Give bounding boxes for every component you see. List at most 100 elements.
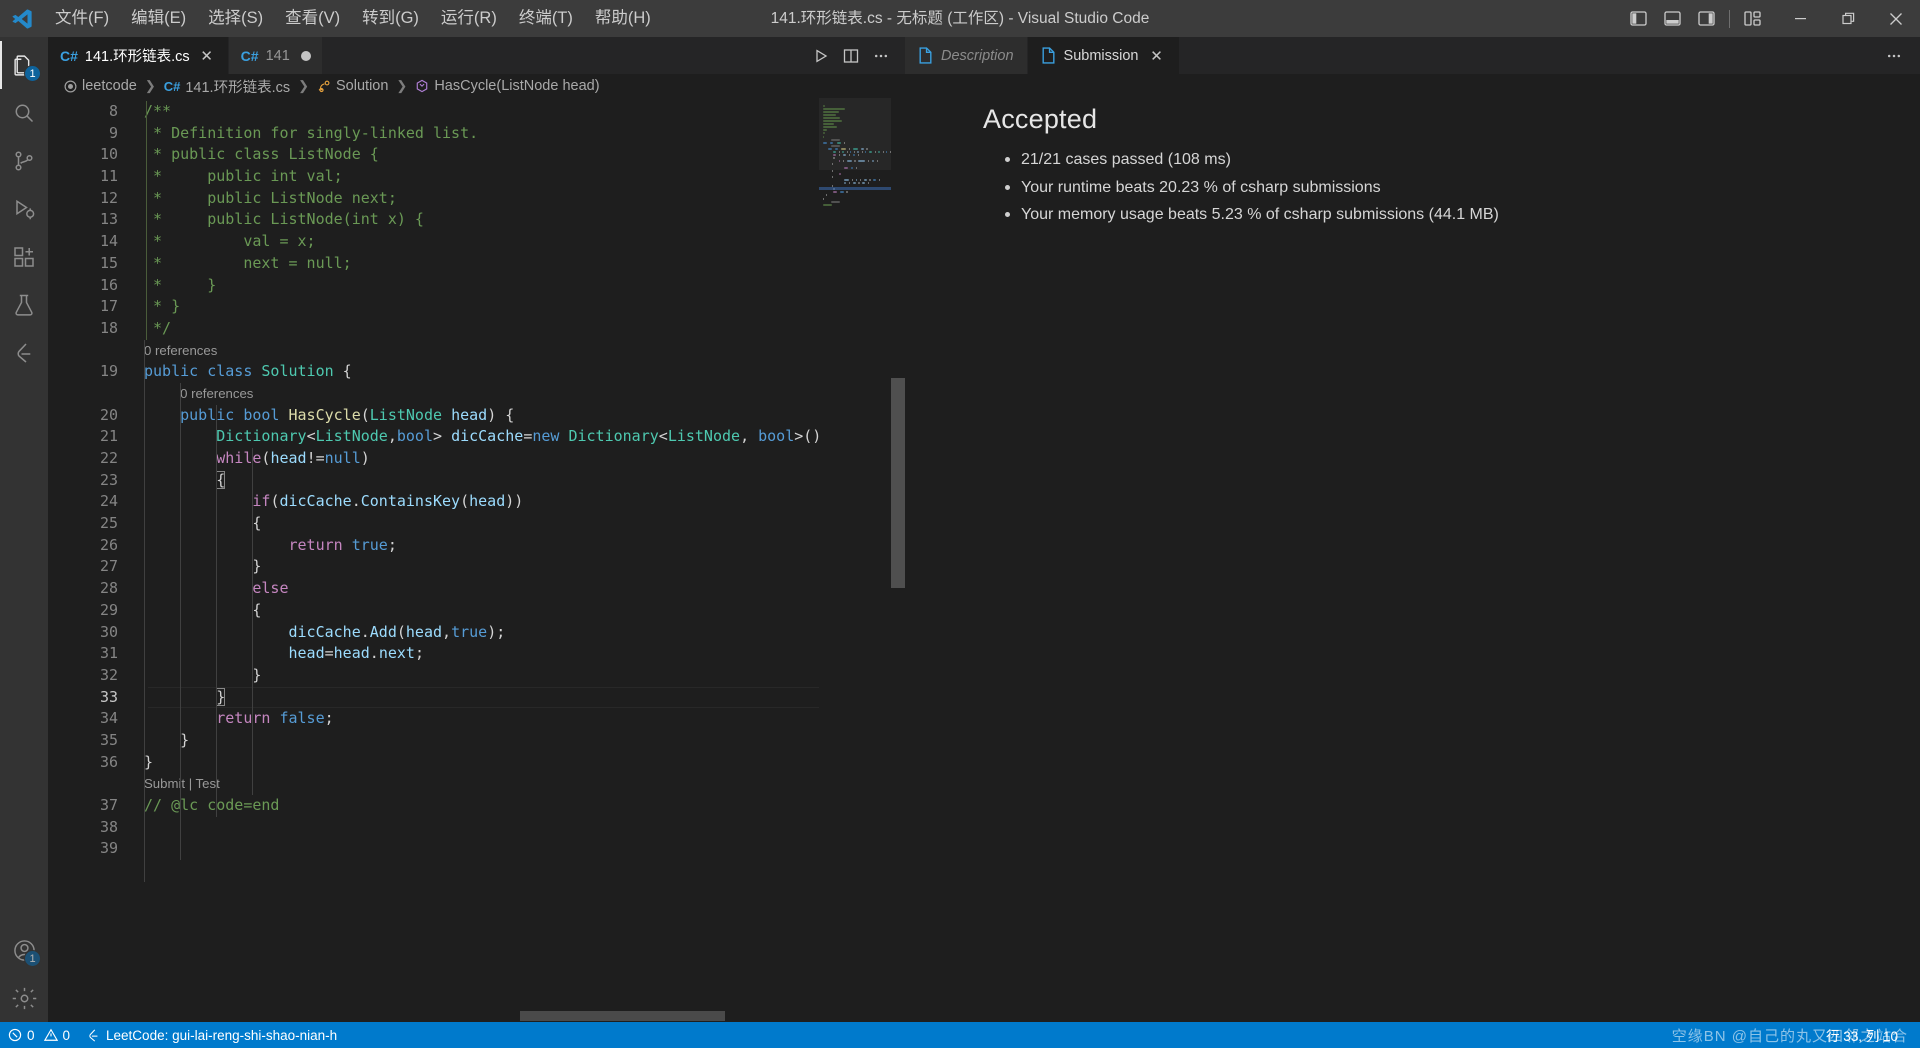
code-line[interactable]: 36} bbox=[48, 752, 905, 774]
code-line[interactable]: 32 } bbox=[48, 665, 905, 687]
code-line[interactable]: 26 return true; bbox=[48, 535, 905, 557]
code-line[interactable]: 25 { bbox=[48, 513, 905, 535]
code-line[interactable]: 8 /** bbox=[48, 101, 905, 123]
codelens-row: 0 references bbox=[48, 340, 905, 362]
title-bar: 文件(F) 编辑(E) 选择(S) 查看(V) 转到(G) 运行(R) 终端(T… bbox=[0, 0, 1920, 37]
code-token: * val = x; bbox=[144, 232, 316, 251]
submission-status-title: Accepted bbox=[983, 104, 1098, 134]
activity-bar: 1 1 bbox=[0, 37, 48, 1022]
code-line[interactable]: 39 bbox=[48, 838, 905, 860]
activitybar-item-leetcode[interactable] bbox=[0, 329, 48, 377]
code-line[interactable]: 14 * val = x; bbox=[48, 231, 905, 253]
tab-close-icon[interactable]: ✕ bbox=[1146, 46, 1166, 66]
code-token: return bbox=[288, 535, 343, 554]
code-line[interactable]: 33 } bbox=[48, 686, 905, 709]
editor-tab-1[interactable]: C# 141 bbox=[228, 37, 323, 74]
code-line[interactable]: 30 dicCache.Add(head,true); bbox=[48, 622, 905, 644]
code-line[interactable]: 18 */ bbox=[48, 318, 905, 340]
code-line[interactable]: 15 * next = null; bbox=[48, 253, 905, 275]
code-line[interactable]: 21 Dictionary<ListNode,bool> dicCache=ne… bbox=[48, 426, 905, 448]
more-actions-icon[interactable] bbox=[1880, 42, 1908, 70]
breadcrumb-item-folder[interactable]: leetcode bbox=[62, 78, 139, 94]
code-token: new bbox=[532, 427, 560, 446]
code-line[interactable]: 16 * } bbox=[48, 275, 905, 297]
breadcrumb-item-class[interactable]: Solution bbox=[315, 78, 390, 94]
toggle-secondary-sidebar-icon[interactable] bbox=[1689, 4, 1723, 34]
indent-guide bbox=[216, 404, 218, 818]
code-token: ; bbox=[414, 644, 424, 663]
vertical-scrollbar-thumb[interactable] bbox=[891, 378, 905, 588]
editor-minimap[interactable] bbox=[819, 98, 891, 1022]
code-line[interactable]: 37 // @lc code=end bbox=[48, 795, 905, 817]
activitybar-item-accounts[interactable]: 1 bbox=[0, 926, 48, 974]
code-line[interactable]: 20 public bool HasCycle(ListNode head) { bbox=[48, 405, 905, 427]
indent-guide bbox=[180, 383, 182, 861]
tab-description[interactable]: Description bbox=[905, 37, 1028, 74]
activitybar-item-search[interactable] bbox=[0, 89, 48, 137]
status-problems[interactable]: 0 0 bbox=[0, 1022, 78, 1048]
activitybar-item-testing[interactable] bbox=[0, 281, 48, 329]
more-actions-icon[interactable] bbox=[867, 42, 895, 70]
status-leetcode-account[interactable]: LeetCode: gui-lai-reng-shi-shao-nian-h bbox=[78, 1022, 345, 1048]
code-line[interactable]: 24 if(dicCache.ContainsKey(head)) bbox=[48, 491, 905, 513]
codelens-references[interactable]: 0 references bbox=[180, 383, 253, 405]
code-line[interactable]: 19 public class Solution { bbox=[48, 361, 905, 383]
toggle-panel-icon[interactable] bbox=[1655, 4, 1689, 34]
menu-terminal[interactable]: 终端(T) bbox=[508, 0, 584, 37]
status-cursor-position[interactable]: 行 33, 列 10 bbox=[1818, 1022, 1906, 1048]
code-token: Add bbox=[369, 622, 397, 641]
code-line[interactable]: 17 * } bbox=[48, 296, 905, 318]
code-line[interactable]: 9 * Definition for singly-linked list. bbox=[48, 123, 905, 145]
customize-layout-icon[interactable] bbox=[1736, 4, 1770, 34]
activitybar-item-run-and-debug[interactable] bbox=[0, 185, 48, 233]
code-line[interactable]: 13 * public ListNode(int x) { bbox=[48, 209, 905, 231]
code-editor[interactable]: 8 /** 9 * Definition for singly-linked lis… bbox=[48, 98, 905, 1022]
editor-horizontal-scrollbar[interactable] bbox=[48, 1010, 905, 1022]
editor-tab-0[interactable]: C# 141.环形链表.cs ✕ bbox=[48, 37, 229, 74]
codelens-references[interactable]: 0 references bbox=[144, 340, 217, 362]
menu-help[interactable]: 帮助(H) bbox=[584, 0, 662, 37]
run-code-icon[interactable] bbox=[807, 42, 835, 70]
code-line[interactable]: 34 return false; bbox=[48, 708, 905, 730]
menu-selection[interactable]: 选择(S) bbox=[197, 0, 274, 37]
breadcrumb-item-file[interactable]: C# 141.环形链表.cs bbox=[162, 76, 292, 97]
activitybar-item-source-control[interactable] bbox=[0, 137, 48, 185]
editor-vertical-scrollbar[interactable] bbox=[891, 98, 905, 1022]
horizontal-scrollbar-thumb[interactable] bbox=[520, 1011, 725, 1021]
code-line[interactable]: 11 * public int val; bbox=[48, 166, 905, 188]
code-token: , bbox=[442, 622, 452, 641]
code-line[interactable]: 12 * public ListNode next; bbox=[48, 188, 905, 210]
breadcrumb-item-method[interactable]: HasCycle(ListNode head) bbox=[413, 78, 601, 94]
menu-edit[interactable]: 编辑(E) bbox=[120, 0, 197, 37]
activitybar-item-extensions[interactable] bbox=[0, 233, 48, 281]
code-line[interactable]: 35 } bbox=[48, 730, 905, 752]
tab-submission[interactable]: Submission ✕ bbox=[1027, 37, 1181, 74]
code-token: ) { bbox=[487, 405, 515, 424]
menu-go[interactable]: 转到(G) bbox=[351, 0, 430, 37]
code-line[interactable]: 31 head=head.next; bbox=[48, 643, 905, 665]
csharp-file-icon: C# bbox=[163, 78, 181, 94]
code-content[interactable]: 8 /** 9 * Definition for singly-linked lis… bbox=[48, 98, 905, 883]
line-number: 20 bbox=[99, 405, 118, 424]
split-editor-icon[interactable] bbox=[837, 42, 865, 70]
window-restore-button[interactable] bbox=[1824, 0, 1872, 37]
menu-run[interactable]: 运行(R) bbox=[430, 0, 508, 37]
activitybar-item-explorer[interactable]: 1 bbox=[0, 41, 48, 89]
code-line-text: { bbox=[144, 600, 261, 622]
window-minimize-button[interactable] bbox=[1776, 0, 1824, 37]
code-line[interactable]: 23 { bbox=[48, 470, 905, 492]
code-line[interactable]: 29 { bbox=[48, 600, 905, 622]
editor-tab-close-icon[interactable]: ✕ bbox=[197, 46, 217, 66]
code-line[interactable]: 28 else bbox=[48, 578, 905, 600]
code-line[interactable]: 22 while(head!=null) bbox=[48, 448, 905, 470]
activitybar-item-manage-settings[interactable] bbox=[0, 974, 48, 1022]
code-line[interactable]: 38 bbox=[48, 817, 905, 839]
window-close-button[interactable] bbox=[1872, 0, 1920, 37]
code-line[interactable]: 10 * public class ListNode { bbox=[48, 144, 905, 166]
code-line[interactable]: 27 } bbox=[48, 556, 905, 578]
codelens-submit-test[interactable]: Submit | Test bbox=[144, 773, 220, 795]
editor-tab-dirty-indicator[interactable] bbox=[300, 50, 311, 61]
toggle-primary-sidebar-icon[interactable] bbox=[1621, 4, 1655, 34]
menu-file[interactable]: 文件(F) bbox=[44, 0, 120, 37]
menu-view[interactable]: 查看(V) bbox=[274, 0, 351, 37]
